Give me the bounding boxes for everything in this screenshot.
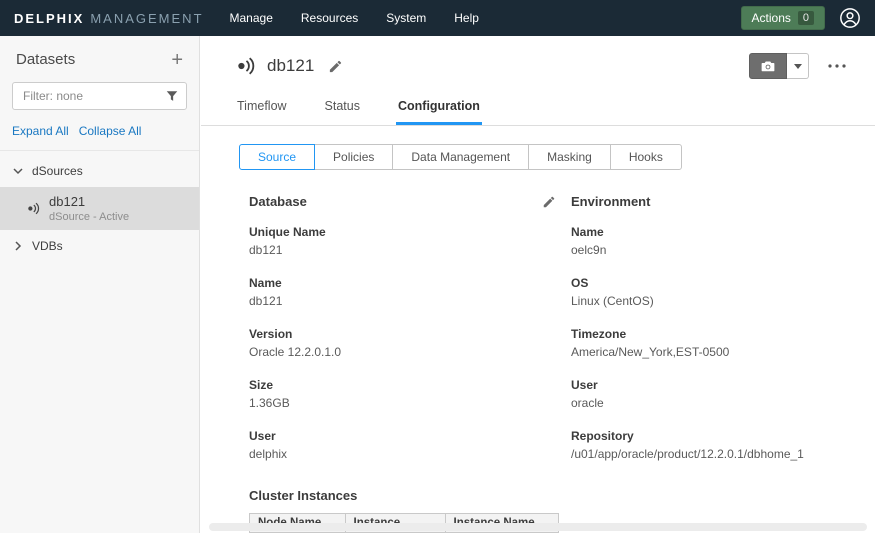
tab-bar: Timeflow Status Configuration [201, 79, 875, 126]
actions-button-label: Actions [752, 11, 791, 25]
environment-section: Environment Name oelc9n OS Linux (CentOS… [571, 194, 851, 533]
expand-all-link[interactable]: Expand All [12, 124, 69, 138]
field-label: Timezone [571, 327, 851, 341]
field-label: User [249, 429, 556, 443]
top-navbar: DELPHIX MANAGEMENT Manage Resources Syst… [0, 0, 875, 36]
edit-title-pencil-icon[interactable] [328, 59, 343, 74]
chevron-down-icon [12, 165, 24, 177]
sidebar-title: Datasets [16, 51, 75, 68]
field-value: delphix [249, 447, 556, 461]
dsources-label: dSources [32, 164, 83, 178]
field-value: db121 [249, 294, 556, 308]
snapshot-dropdown-button[interactable] [787, 53, 809, 79]
actions-count-badge: 0 [798, 11, 814, 25]
filter-funnel-icon[interactable] [165, 89, 179, 103]
subtab-hooks[interactable]: Hooks [610, 144, 682, 170]
menu-item-help[interactable]: Help [454, 11, 479, 25]
app-window: DELPHIX MANAGEMENT Manage Resources Syst… [0, 0, 875, 533]
configuration-content: Database Unique Name db121 Name db121 Ve… [201, 170, 875, 533]
brand-delphix: DELPHIX [14, 11, 84, 26]
datasets-sidebar: Datasets + Expand All Collapse All dSour… [0, 36, 200, 533]
tree-item-name: db121 [49, 194, 129, 209]
subtab-masking[interactable]: Masking [528, 144, 611, 170]
page-header: db121 [201, 36, 875, 79]
tab-timeflow[interactable]: Timeflow [235, 95, 289, 125]
edit-database-pencil-icon[interactable] [542, 195, 556, 209]
main-menu: Manage Resources System Help [230, 11, 479, 25]
caret-down-icon [794, 64, 802, 69]
field-value: Oracle 12.2.0.1.0 [249, 345, 556, 359]
datasets-tree: dSources db121 dSource - Active [0, 150, 199, 262]
main-panel: db121 [201, 36, 875, 533]
tree-item-db121[interactable]: db121 dSource - Active [0, 187, 199, 230]
field-label: OS [571, 276, 851, 290]
tab-status[interactable]: Status [323, 95, 362, 125]
add-dataset-button[interactable]: + [171, 52, 183, 68]
sidebar-header: Datasets + [0, 36, 199, 78]
more-options-icon [827, 63, 847, 69]
menu-item-manage[interactable]: Manage [230, 11, 273, 25]
subtab-data-management[interactable]: Data Management [392, 144, 529, 170]
navbar-right: Actions 0 [741, 6, 861, 30]
field-value: /u01/app/oracle/product/12.2.0.1/dbhome_… [571, 447, 851, 461]
subtab-policies[interactable]: Policies [314, 144, 393, 170]
field-value: 1.36GB [249, 396, 556, 410]
field-unique-name: Unique Name db121 [249, 225, 556, 257]
field-value: oracle [571, 396, 851, 410]
collapse-all-link[interactable]: Collapse All [79, 124, 142, 138]
horizontal-scrollbar[interactable] [209, 523, 867, 531]
tree-item-text: db121 dSource - Active [49, 194, 129, 223]
field-size: Size 1.36GB [249, 378, 556, 410]
database-heading: Database [249, 194, 307, 209]
field-label: Repository [571, 429, 851, 443]
cluster-instances-heading: Cluster Instances [249, 488, 556, 503]
filter-field-wrap [12, 82, 187, 110]
field-label: Version [249, 327, 556, 341]
field-db-user: User delphix [249, 429, 556, 461]
field-version: Version Oracle 12.2.0.1.0 [249, 327, 556, 359]
user-avatar-icon[interactable] [839, 7, 861, 29]
filter-input[interactable] [12, 82, 187, 110]
vdbs-label: VDBs [32, 239, 63, 253]
subtab-bar: Source Policies Data Management Masking … [201, 126, 875, 170]
brand-management: MANAGEMENT [90, 11, 203, 26]
menu-item-resources[interactable]: Resources [301, 11, 358, 25]
field-label: Name [249, 276, 556, 290]
tree-node-dsources[interactable]: dSources [0, 155, 199, 187]
field-label: Size [249, 378, 556, 392]
header-buttons [749, 53, 851, 79]
database-heading-row: Database [249, 194, 556, 209]
actions-button[interactable]: Actions 0 [741, 6, 825, 30]
field-value: oelc9n [571, 243, 851, 257]
tree-node-vdbs[interactable]: VDBs [0, 230, 199, 262]
field-label: Name [571, 225, 851, 239]
field-env-user: User oracle [571, 378, 851, 410]
tree-item-status: dSource - Active [49, 211, 129, 223]
field-value: Linux (CentOS) [571, 294, 851, 308]
chevron-right-icon [12, 240, 24, 252]
field-value: db121 [249, 243, 556, 257]
tree-links: Expand All Collapse All [0, 110, 199, 150]
snapshot-camera-button[interactable] [749, 53, 787, 79]
field-name: Name db121 [249, 276, 556, 308]
field-label: Unique Name [249, 225, 556, 239]
dsource-icon [235, 55, 257, 77]
field-label: User [571, 378, 851, 392]
field-value: America/New_York,EST-0500 [571, 345, 851, 359]
field-repository: Repository /u01/app/oracle/product/12.2.… [571, 429, 851, 461]
camera-icon [759, 57, 777, 75]
page-title: db121 [267, 56, 314, 76]
tab-configuration[interactable]: Configuration [396, 95, 482, 125]
menu-item-system[interactable]: System [386, 11, 426, 25]
database-section: Database Unique Name db121 Name db121 Ve… [249, 194, 556, 533]
field-os: OS Linux (CentOS) [571, 276, 851, 308]
environment-heading-row: Environment [571, 194, 851, 209]
subtab-source[interactable]: Source [239, 144, 315, 170]
dsource-icon [26, 201, 41, 216]
brand-logo: DELPHIX MANAGEMENT [14, 11, 204, 26]
environment-heading: Environment [571, 194, 650, 209]
more-options-button[interactable] [823, 53, 851, 79]
field-timezone: Timezone America/New_York,EST-0500 [571, 327, 851, 359]
field-env-name: Name oelc9n [571, 225, 851, 257]
